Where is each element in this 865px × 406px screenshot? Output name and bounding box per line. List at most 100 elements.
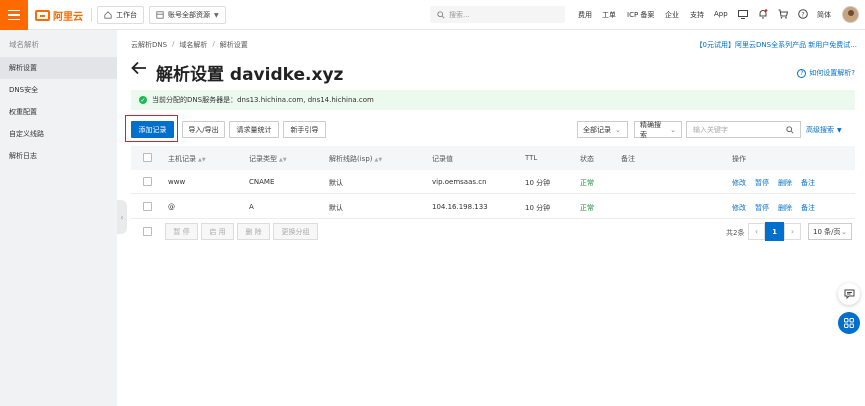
next-page-button[interactable]: › bbox=[784, 223, 801, 240]
edit-link[interactable]: 修改 bbox=[732, 203, 746, 213]
chevron-right-icon: › bbox=[790, 227, 795, 236]
aliyun-logo[interactable]: 阿里云 bbox=[35, 8, 83, 23]
global-search[interactable] bbox=[430, 6, 565, 23]
keyword-input[interactable] bbox=[693, 125, 778, 134]
sidebar-item-logs[interactable]: 解析日志 bbox=[0, 145, 117, 167]
search-input[interactable] bbox=[449, 10, 549, 19]
highlight-annotation bbox=[125, 115, 178, 142]
cell-host: @ bbox=[168, 203, 175, 211]
resources-dropdown[interactable]: 账号全部资源 ▼ bbox=[149, 6, 226, 24]
column-header-remark: 备注 bbox=[621, 155, 635, 163]
prev-page-button[interactable]: ‹ bbox=[748, 223, 765, 240]
sidebar: 域名解析 解析设置 DNS安全 权重配置 自定义线路 解析日志 bbox=[0, 30, 117, 406]
change-group-button[interactable]: 更换分组 bbox=[273, 223, 318, 240]
cell-line: 默认 bbox=[329, 179, 343, 187]
bulk-select-checkbox[interactable] bbox=[143, 227, 152, 236]
nav-icp[interactable]: ICP 备案 bbox=[627, 10, 654, 20]
edit-link[interactable]: 修改 bbox=[732, 178, 746, 188]
pause-link[interactable]: 暂停 bbox=[755, 203, 769, 213]
keyword-search-box[interactable] bbox=[686, 121, 801, 138]
apps-float-button[interactable] bbox=[838, 312, 860, 334]
advanced-search-link[interactable]: 高级搜索 ▼ bbox=[806, 125, 842, 135]
search-icon[interactable] bbox=[786, 126, 794, 134]
cell-status: 正常 bbox=[580, 179, 594, 187]
cart-icon[interactable] bbox=[777, 8, 789, 20]
nav-billing[interactable]: 费用 bbox=[578, 10, 592, 20]
row-checkbox[interactable] bbox=[143, 177, 152, 186]
current-page[interactable]: 1 bbox=[765, 222, 784, 241]
sort-icon[interactable]: ▲▼ bbox=[279, 157, 287, 163]
sidebar-collapse-handle[interactable]: ‹ bbox=[117, 200, 127, 234]
language-switch[interactable]: 简体 bbox=[817, 10, 831, 20]
select-all-checkbox[interactable] bbox=[143, 153, 152, 162]
workbench-label: 工作台 bbox=[116, 11, 137, 19]
bulk-enable-button[interactable]: 启 用 bbox=[201, 223, 234, 240]
chevron-down-icon: ⌄ bbox=[841, 227, 847, 236]
cell-value: 104.16.198.133 bbox=[432, 203, 488, 211]
cell-type: CNAME bbox=[249, 178, 275, 186]
search-mode-select[interactable]: 精确搜索 ⌄ bbox=[634, 121, 682, 139]
column-header-label: 解析线路(isp) bbox=[329, 155, 373, 163]
home-icon bbox=[104, 11, 112, 19]
nav-ticket[interactable]: 工单 bbox=[602, 10, 616, 20]
nav-app[interactable]: App bbox=[714, 10, 728, 18]
page-size-select[interactable]: 10 条/页 ⌄ bbox=[808, 223, 852, 240]
import-export-button[interactable]: 导入/导出 bbox=[182, 121, 225, 138]
cell-status: 正常 bbox=[580, 204, 594, 212]
workbench-button[interactable]: 工作台 bbox=[97, 6, 144, 24]
search-icon bbox=[437, 10, 445, 19]
apps-grid-icon bbox=[844, 318, 854, 328]
cell-host: www bbox=[168, 178, 186, 186]
bulk-pause-button[interactable]: 暂 停 bbox=[165, 223, 198, 240]
delete-link[interactable]: 删除 bbox=[778, 178, 792, 188]
divider bbox=[91, 8, 92, 22]
sidebar-item-custom-line[interactable]: 自定义线路 bbox=[0, 123, 117, 145]
sidebar-item-dns-security[interactable]: DNS安全 bbox=[0, 79, 117, 101]
breadcrumb-item[interactable]: 云解析DNS bbox=[131, 40, 167, 50]
caret-down-icon: ▼ bbox=[837, 126, 842, 134]
help-link[interactable]: ? 如何设置解析? bbox=[797, 68, 855, 78]
sidebar-item-resolve-settings[interactable]: 解析设置 bbox=[0, 57, 117, 79]
nav-support[interactable]: 支持 bbox=[690, 10, 704, 20]
nav-enterprise[interactable]: 企业 bbox=[665, 10, 679, 20]
guide-button[interactable]: 新手引导 bbox=[283, 121, 326, 138]
dns-notice-text: 当前分配的DNS服务器是：dns13.hichina.com, dns14.hi… bbox=[152, 96, 374, 104]
bulk-delete-button[interactable]: 删 除 bbox=[237, 223, 270, 240]
total-count: 共2条 bbox=[726, 229, 745, 237]
breadcrumb: 云解析DNS / 域名解析 / 解析设置 bbox=[131, 40, 248, 50]
record-filter-select[interactable]: 全部记录 ⌄ bbox=[577, 121, 628, 138]
sidebar-item-weight[interactable]: 权重配置 bbox=[0, 101, 117, 123]
avatar[interactable] bbox=[842, 6, 859, 23]
delete-link[interactable]: 删除 bbox=[778, 203, 792, 213]
column-header-label: 主机记录 bbox=[168, 155, 196, 163]
column-header-host: 主机记录 ▲▼ bbox=[168, 154, 206, 164]
chevron-down-icon: ⌄ bbox=[615, 125, 621, 134]
request-stats-button[interactable]: 请求量统计 bbox=[229, 121, 279, 138]
sort-icon[interactable]: ▲▼ bbox=[375, 157, 383, 163]
sidebar-title: 域名解析 bbox=[9, 40, 39, 49]
remark-link[interactable]: 备注 bbox=[801, 203, 815, 213]
sort-icon[interactable]: ▲▼ bbox=[198, 157, 206, 163]
page-title: 解析设置 davidke.xyz bbox=[156, 65, 344, 85]
record-filter-value: 全部记录 bbox=[583, 125, 611, 134]
top-bar: 阿里云 工作台 账号全部资源 ▼ 费用 工单 ICP 备案 企业 支持 App … bbox=[0, 0, 865, 30]
sidebar-item-label: 自定义线路 bbox=[9, 130, 44, 138]
row-checkbox[interactable] bbox=[143, 202, 152, 211]
column-header-status: 状态 bbox=[580, 155, 594, 163]
breadcrumb-item[interactable]: 域名解析 bbox=[179, 40, 207, 50]
screen-icon[interactable] bbox=[737, 8, 749, 20]
bell-icon[interactable] bbox=[757, 8, 769, 20]
remark-link[interactable]: 备注 bbox=[801, 178, 815, 188]
grid-icon bbox=[156, 11, 164, 19]
back-arrow-icon[interactable] bbox=[131, 61, 147, 77]
help-icon[interactable]: ? bbox=[797, 8, 809, 20]
promo-link[interactable]: 【0元试用】阿里云DNS全系列产品 新用户免费试... bbox=[696, 40, 857, 50]
help-link-label: 如何设置解析? bbox=[809, 69, 855, 77]
sidebar-item-label: 解析设置 bbox=[9, 64, 37, 72]
menu-icon[interactable] bbox=[0, 0, 28, 30]
sidebar-item-label: 权重配置 bbox=[9, 108, 37, 116]
breadcrumb-item-current: 解析设置 bbox=[219, 41, 248, 49]
column-header-actions: 操作 bbox=[732, 155, 746, 163]
pause-link[interactable]: 暂停 bbox=[755, 178, 769, 188]
chat-float-button[interactable] bbox=[838, 283, 860, 305]
